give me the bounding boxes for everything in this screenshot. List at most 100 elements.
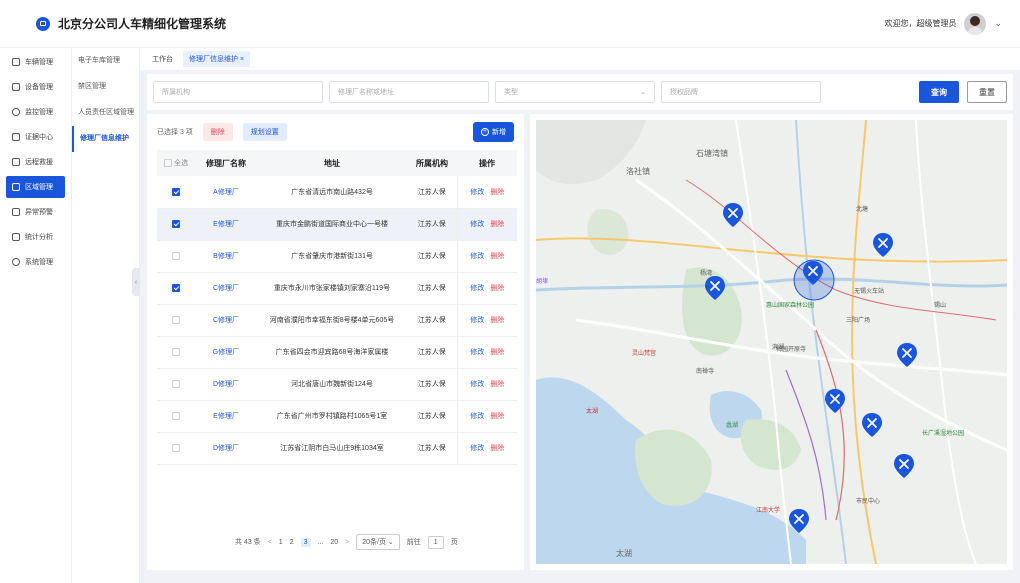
collapse-handle[interactable]: ‹ xyxy=(132,268,140,296)
row-checkbox-cell[interactable] xyxy=(157,304,195,337)
delete-link[interactable]: 删除 xyxy=(490,253,504,260)
page-2[interactable]: 2 xyxy=(290,539,294,546)
row-checkbox-cell[interactable] xyxy=(157,240,195,273)
batch-delete-button[interactable]: 删除 xyxy=(202,123,233,141)
shop-name[interactable]: E修理厂 xyxy=(195,400,257,433)
row-checkbox[interactable] xyxy=(172,348,180,356)
row-checkbox[interactable] xyxy=(172,412,180,420)
table-row[interactable]: D修理厂 江苏省江阴市白马山庄9栋1034室 江苏人保 修改 删除 xyxy=(157,432,517,465)
delete-link[interactable]: 删除 xyxy=(490,413,504,420)
repair-shop-pin-icon[interactable] xyxy=(704,275,726,300)
row-checkbox[interactable] xyxy=(172,220,180,228)
shop-name[interactable]: D修理厂 xyxy=(195,432,257,465)
edit-link[interactable]: 修改 xyxy=(470,349,484,356)
page-20[interactable]: 20 xyxy=(330,539,338,546)
shop-name[interactable]: C修理厂 xyxy=(195,304,257,337)
repair-shop-pin-icon[interactable] xyxy=(824,388,846,413)
name-input[interactable]: 修理厂名称或地址 xyxy=(329,81,489,103)
row-checkbox[interactable] xyxy=(172,252,180,260)
sidebar-item-vehicle[interactable]: 车辆管理 xyxy=(6,51,65,73)
delete-link[interactable]: 删除 xyxy=(490,285,504,292)
sidebar-item-monitor[interactable]: 监控管理 xyxy=(6,101,65,123)
avatar[interactable] xyxy=(964,12,987,35)
brand-input[interactable]: 授权品牌 xyxy=(661,81,821,103)
delete-link[interactable]: 删除 xyxy=(490,381,504,388)
shop-name[interactable]: A修理厂 xyxy=(195,176,257,209)
goto-page-input[interactable]: 1 xyxy=(427,535,444,549)
shop-name[interactable]: B修理厂 xyxy=(195,240,257,273)
submenu-item-repair-shop[interactable]: 修理厂信息维护 xyxy=(72,126,139,152)
sidebar-item-statistics[interactable]: 统计分析 xyxy=(6,226,65,248)
row-checkbox-cell[interactable] xyxy=(157,368,195,401)
edit-link[interactable]: 修改 xyxy=(470,221,484,228)
edit-link[interactable]: 修改 xyxy=(470,445,484,452)
table-row[interactable]: E修理厂 广东省广州市罗村镇路村1065号1室 江苏人保 修改 删除 xyxy=(157,400,517,433)
page-size-select[interactable]: 20条/页 ⌄ xyxy=(356,534,400,550)
sidebar-item-region[interactable]: 区域管理 xyxy=(6,176,65,198)
map-view[interactable]: 石塘湾镇 洛社镇 杨湾 无锡火车站 锡山 三阳广场 滨湖 南禅寺 惠山国家森林公… xyxy=(536,120,1007,564)
edit-link[interactable]: 修改 xyxy=(470,317,484,324)
edit-link[interactable]: 修改 xyxy=(470,381,484,388)
row-checkbox-cell[interactable] xyxy=(157,272,195,305)
page-1[interactable]: 1 xyxy=(279,539,283,546)
shop-name[interactable]: C修理厂 xyxy=(195,272,257,305)
add-button[interactable]: + 新增 xyxy=(473,122,514,142)
submenu-item-restricted[interactable]: 禁区管理 xyxy=(72,74,139,100)
row-checkbox[interactable] xyxy=(172,316,180,324)
repair-shop-pin-icon[interactable] xyxy=(802,260,824,285)
row-checkbox[interactable] xyxy=(172,284,180,292)
repair-shop-pin-icon[interactable] xyxy=(861,412,883,437)
sidebar-item-warning[interactable]: 异常预警 xyxy=(6,201,65,223)
select-all-header[interactable]: 全选 xyxy=(157,150,195,176)
table-row[interactable]: E修理厂 重庆市金鹏街道国际商业中心一号楼 江苏人保 修改 删除 xyxy=(157,208,517,241)
prev-page-button[interactable]: < xyxy=(268,539,272,546)
sidebar-item-system[interactable]: 系统管理 xyxy=(6,251,65,273)
repair-shop-pin-icon[interactable] xyxy=(788,508,810,533)
repair-shop-pin-icon[interactable] xyxy=(872,232,894,257)
submenu-item-garage[interactable]: 电子车库管理 xyxy=(72,48,139,74)
edit-link[interactable]: 修改 xyxy=(470,285,484,292)
repair-shop-pin-icon[interactable] xyxy=(893,453,915,478)
table-row[interactable]: C修理厂 河南省濮阳市幸福东街8号楼4单元605号 江苏人保 修改 删除 xyxy=(157,304,517,337)
tab-workbench[interactable]: 工作台 xyxy=(146,51,179,67)
row-checkbox-cell[interactable] xyxy=(157,176,195,209)
type-select[interactable]: 类型 ⌄ xyxy=(495,81,655,103)
shop-name[interactable]: D修理厂 xyxy=(195,368,257,401)
delete-link[interactable]: 删除 xyxy=(490,349,504,356)
sidebar-item-evidence[interactable]: 证据中心 xyxy=(6,126,65,148)
delete-link[interactable]: 删除 xyxy=(490,221,504,228)
edit-link[interactable]: 修改 xyxy=(470,253,484,260)
table-row[interactable]: A修理厂 广东省清远市南山路432号 江苏人保 修改 删除 xyxy=(157,176,517,209)
row-checkbox[interactable] xyxy=(172,444,180,452)
row-checkbox[interactable] xyxy=(172,380,180,388)
select-all-checkbox[interactable] xyxy=(163,158,172,167)
row-checkbox[interactable] xyxy=(172,187,180,196)
row-checkbox-cell[interactable] xyxy=(157,208,195,241)
delete-link[interactable]: 删除 xyxy=(490,317,504,324)
repair-shop-pin-icon[interactable] xyxy=(722,202,744,227)
delete-link[interactable]: 删除 xyxy=(490,189,504,196)
table-row[interactable]: G修理厂 广东省四会市迎宾路68号海洋家属楼 江苏人保 修改 删除 xyxy=(157,336,517,369)
tab-repair-shop[interactable]: 修理厂信息维护 × xyxy=(183,51,251,67)
edit-link[interactable]: 修改 xyxy=(470,189,484,196)
sidebar-item-rescue[interactable]: 远程救援 xyxy=(6,151,65,173)
table-row[interactable]: D修理厂 河北省唐山市魏新街124号 江苏人保 修改 删除 xyxy=(157,368,517,401)
row-checkbox-cell[interactable] xyxy=(157,336,195,369)
org-select[interactable]: 所属机构 xyxy=(153,81,323,103)
page-3-current[interactable]: 3 xyxy=(300,537,311,547)
edit-link[interactable]: 修改 xyxy=(470,413,484,420)
shop-name[interactable]: E修理厂 xyxy=(195,208,257,241)
row-checkbox-cell[interactable] xyxy=(157,432,195,465)
submenu-item-responsibility[interactable]: 人员责任区域管理 xyxy=(72,100,139,126)
table-row[interactable]: B修理厂 广东省肇庆市港新街131号 江苏人保 修改 删除 xyxy=(157,240,517,273)
plan-settings-button[interactable]: 规划设置 xyxy=(242,123,287,141)
reset-button[interactable]: 重置 xyxy=(967,81,1007,103)
row-checkbox-cell[interactable] xyxy=(157,400,195,433)
delete-link[interactable]: 删除 xyxy=(490,445,504,452)
repair-shop-pin-icon[interactable] xyxy=(896,342,918,367)
shop-name[interactable]: G修理厂 xyxy=(195,336,257,369)
next-page-button[interactable]: > xyxy=(345,539,349,546)
sidebar-item-device[interactable]: 设备管理 xyxy=(6,76,65,98)
chevron-down-icon[interactable]: ⌄ xyxy=(994,18,1002,29)
query-button[interactable]: 查询 xyxy=(919,81,959,103)
